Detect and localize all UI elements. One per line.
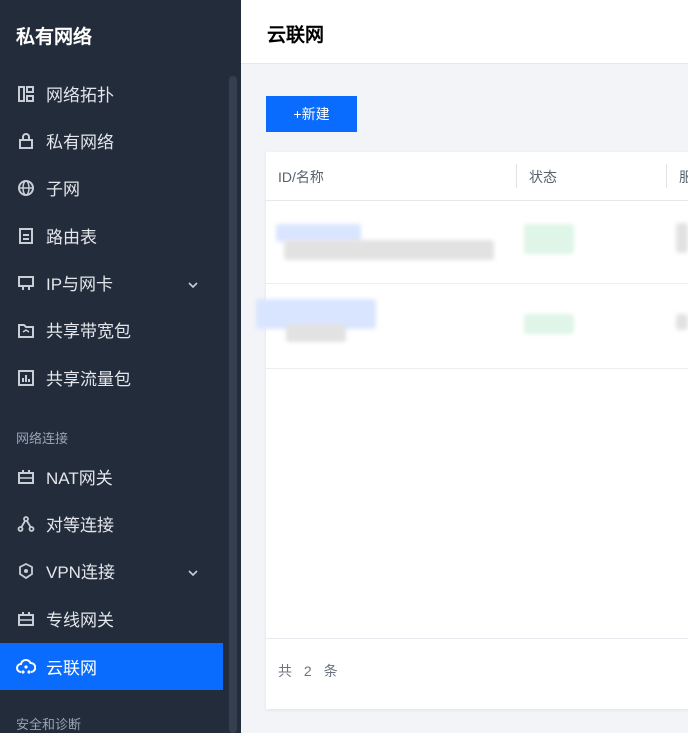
new-button[interactable]: +新建 — [266, 96, 357, 132]
sidebar-item-subnet[interactable]: 子网 — [0, 164, 223, 211]
lock-icon — [16, 131, 36, 151]
chevron-down-icon[interactable] — [187, 564, 199, 577]
column-header-truncated[interactable]: 服 — [679, 167, 688, 187]
table-card: ID/名称 状态 服 共 2 条 — [256, 152, 688, 710]
column-header-id-name[interactable]: ID/名称 — [278, 167, 324, 187]
network-card-icon — [16, 273, 36, 293]
sidebar-item-label: IP与网卡 — [46, 275, 114, 294]
chevron-down-icon[interactable] — [187, 276, 199, 289]
peering-icon — [16, 514, 36, 534]
sidebar-item-label: 专线网关 — [46, 611, 114, 630]
column-divider — [666, 164, 667, 188]
table-header: ID/名称 状态 服 — [266, 152, 688, 201]
sidebar-item-nat-gateway[interactable]: NAT网关 — [0, 453, 223, 500]
bandwidth-package-icon — [16, 320, 36, 340]
sidebar-item-label: 共享带宽包 — [46, 322, 131, 341]
row-name-text — [284, 240, 494, 260]
sidebar-item-label: 路由表 — [46, 228, 97, 247]
globe-icon — [16, 178, 36, 198]
sidebar-item-label: 网络拓扑 — [46, 86, 114, 105]
sidebar: 私有网络 网络拓扑 私有网络 子网 路由表 IP与网卡 共享带宽包 共享流量包 … — [0, 0, 241, 733]
traffic-package-icon — [16, 368, 36, 388]
sidebar-item-dedicated-gateway[interactable]: 专线网关 — [0, 595, 223, 642]
row-truncated-cell — [676, 314, 688, 330]
sidebar-item-route-table[interactable]: 路由表 — [0, 212, 223, 259]
vpn-icon — [16, 561, 36, 581]
main-content: 云联网 +新建 ID/名称 状态 服 共 2 条 — [241, 0, 688, 733]
table-footer: 共 2 条 — [266, 638, 688, 710]
page-title: 云联网 — [267, 25, 325, 46]
sidebar-item-vpc[interactable]: 私有网络 — [0, 117, 223, 164]
sidebar-item-bandwidth-package[interactable]: 共享带宽包 — [0, 306, 223, 353]
row-status-badge — [524, 314, 574, 334]
topology-icon — [16, 84, 36, 104]
sidebar-title: 私有网络 — [16, 27, 93, 48]
sidebar-item-label: VPN连接 — [46, 563, 115, 582]
sidebar-item-ip-nic[interactable]: IP与网卡 — [0, 259, 223, 306]
total-count: 共 2 条 — [278, 663, 342, 679]
sidebar-item-label: 私有网络 — [46, 133, 114, 152]
route-table-icon — [16, 226, 36, 246]
row-status-badge — [524, 224, 574, 254]
row-name-text — [286, 324, 346, 342]
sidebar-item-label: 对等连接 — [46, 516, 114, 535]
nat-gateway-icon — [16, 467, 36, 487]
sidebar-item-traffic-package[interactable]: 共享流量包 — [0, 354, 223, 401]
sidebar-item-label: 共享流量包 — [46, 370, 131, 389]
section-label-security-diagnostics: 安全和诊断 — [16, 717, 82, 732]
cloud-network-icon — [16, 657, 36, 677]
column-divider — [516, 164, 517, 188]
table-row[interactable] — [256, 284, 688, 369]
section-label-network-connection: 网络连接 — [16, 431, 69, 446]
sidebar-item-peering[interactable]: 对等连接 — [0, 500, 223, 547]
page-header: 云联网 — [241, 0, 688, 64]
sidebar-item-label: 云联网 — [46, 659, 97, 678]
sidebar-item-label: 子网 — [46, 180, 80, 199]
table-row[interactable] — [266, 201, 688, 284]
sidebar-item-vpn[interactable]: VPN连接 — [0, 547, 223, 594]
sidebar-item-label: NAT网关 — [46, 469, 113, 488]
dedicated-gateway-icon — [16, 609, 36, 629]
sidebar-item-topology[interactable]: 网络拓扑 — [0, 70, 223, 117]
column-header-status[interactable]: 状态 — [529, 167, 557, 187]
row-truncated-cell — [676, 223, 688, 253]
sidebar-scrollbar[interactable] — [229, 76, 237, 733]
sidebar-item-cloud-network[interactable]: 云联网 — [0, 643, 223, 690]
